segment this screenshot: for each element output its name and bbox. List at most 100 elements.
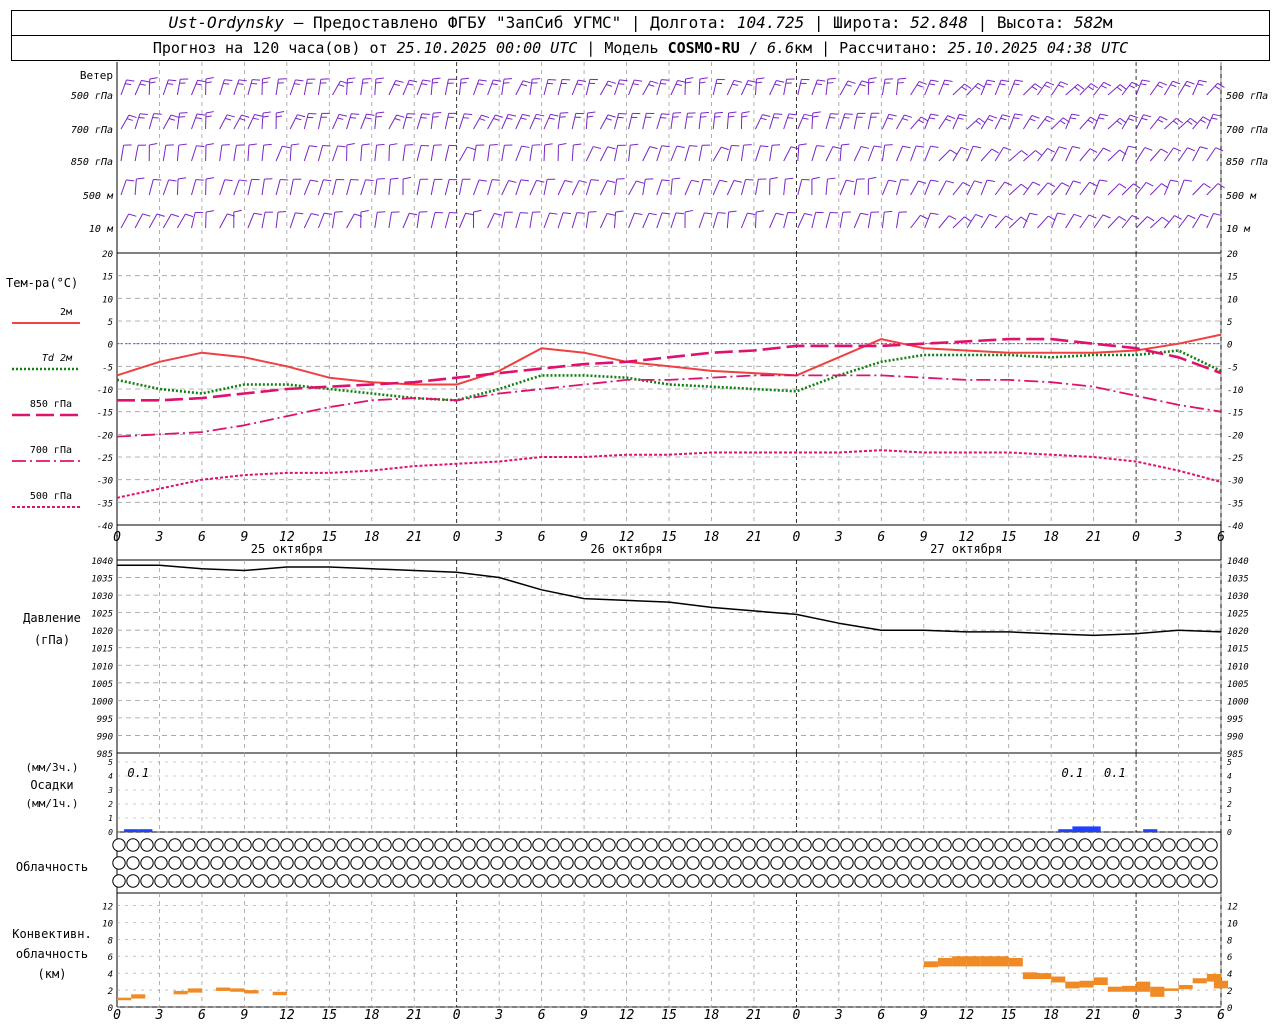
wind-barb-staff — [811, 145, 817, 162]
wind-barb — [261, 77, 271, 96]
wind-barb-feather — [549, 212, 558, 215]
wind-barb-staff — [1149, 148, 1162, 162]
wind-barb-feather — [843, 117, 850, 119]
wind-barb-feather — [897, 81, 904, 84]
wind-barb-staff — [557, 79, 563, 96]
conv-cloud-bar — [937, 957, 953, 967]
cloud-cover-circle — [882, 856, 896, 870]
wind-barb-feather — [841, 143, 850, 146]
wind-barb-feather — [126, 118, 133, 121]
conv-cloud-bar — [173, 990, 188, 995]
wind-barb — [1135, 79, 1150, 96]
cloud-cover-circle — [532, 856, 546, 870]
pressure-tick-left: 1015 — [91, 645, 113, 655]
cloud-cover-circle — [266, 874, 280, 888]
wind-barb — [614, 178, 625, 196]
precip-tick-left: 4 — [108, 772, 113, 781]
wind-barb-feather — [588, 211, 597, 213]
wind-barb-feather — [464, 113, 473, 116]
wind-barb-staff — [444, 145, 450, 162]
wind-barb-staff — [233, 79, 240, 96]
hour-tick-label: 18 — [364, 530, 380, 545]
conv-title-1: Конвективн. — [12, 927, 91, 941]
hour-tick-label: 9 — [580, 530, 588, 545]
wind-barb-staff — [261, 212, 266, 229]
cloud-cover-circle — [126, 838, 140, 852]
wind-barb-staff — [303, 79, 308, 96]
wind-barb-staff — [938, 149, 951, 162]
wind-barb-staff — [740, 145, 745, 162]
wind-barb — [571, 112, 584, 130]
wind-barb-feather — [733, 79, 742, 83]
wind-barb — [402, 79, 418, 96]
wind-barb-staff — [684, 180, 692, 196]
wind-barb-feather — [961, 86, 967, 91]
wind-barb-feather — [741, 111, 750, 114]
wind-barb — [374, 143, 385, 162]
wind-barb — [684, 112, 696, 130]
wind-barb — [670, 212, 684, 229]
wind-barb-staff — [585, 79, 591, 96]
wind-barb-staff — [430, 79, 434, 96]
cloud-cover-circle — [1204, 838, 1218, 852]
wind-barb-staff — [1192, 80, 1200, 96]
wind-barb-feather — [1143, 114, 1152, 118]
wind-barb-feather — [295, 117, 302, 121]
wind-barb-feather — [756, 210, 765, 213]
wind-barb-staff — [966, 146, 974, 162]
wind-barb — [261, 178, 273, 196]
wind-barb — [219, 144, 230, 162]
hour-tick-label-bottom: 21 — [746, 1008, 762, 1023]
wind-barb-feather — [648, 212, 657, 216]
cloud-cover-circle — [140, 838, 154, 852]
precip-bar — [1143, 829, 1158, 832]
wind-barb-staff — [402, 80, 410, 96]
wind-barb-staff — [275, 146, 283, 162]
cloud-cover-circle — [910, 838, 924, 852]
wind-barb-feather — [1071, 113, 1080, 116]
wind-barb-staff — [233, 179, 240, 196]
wind-barb-feather — [873, 145, 882, 148]
cloud-cover-circle — [448, 838, 462, 852]
wind-barb-feather — [946, 180, 955, 184]
hour-tick-label: 21 — [746, 530, 762, 545]
wind-barb — [162, 213, 180, 229]
wind-barb-feather — [1046, 81, 1055, 86]
wind-barb-staff — [317, 79, 322, 96]
wind-barb-staff — [487, 79, 494, 96]
precip-tick-right: 1 — [1227, 814, 1232, 823]
wind-barb-staff — [571, 212, 578, 229]
cloud-cover-circle — [672, 838, 686, 852]
cloud-cover-circle — [784, 856, 798, 870]
wind-barb-feather — [1211, 117, 1218, 120]
wind-barb-staff — [966, 180, 975, 196]
wind-barb-feather — [930, 113, 939, 117]
conv-cloud-bar — [230, 988, 245, 992]
wind-level-label: 10 м — [89, 224, 114, 235]
wind-barb — [825, 177, 836, 196]
wind-barb — [388, 143, 398, 162]
wind-barb — [712, 78, 725, 96]
wind-barb-staff — [1065, 214, 1075, 229]
conv-cloud-bar — [952, 956, 967, 967]
wind-barb — [783, 212, 796, 229]
cloud-cover-circle — [476, 838, 490, 852]
cloud-cover-circle — [784, 838, 798, 852]
wind-barb-feather — [661, 79, 670, 81]
wind-barb-staff — [1192, 146, 1201, 162]
cloud-cover-circle — [322, 874, 336, 888]
wind-barb-feather — [773, 117, 780, 119]
wind-barb-staff — [289, 212, 296, 229]
wind-barb-staff — [952, 182, 964, 196]
wind-barb-feather — [615, 210, 624, 213]
wind-barb-staff — [966, 82, 979, 96]
wind-barb-feather — [409, 79, 418, 83]
wind-barb — [191, 79, 206, 96]
wind-barb-staff — [1008, 150, 1022, 162]
wind-barb — [670, 145, 685, 162]
wind-barb-feather — [1029, 212, 1038, 216]
wind-barb-staff — [712, 146, 722, 162]
wind-barb-feather — [634, 79, 643, 82]
wind-barb — [585, 78, 598, 96]
cloud-cover-circle — [392, 856, 406, 870]
